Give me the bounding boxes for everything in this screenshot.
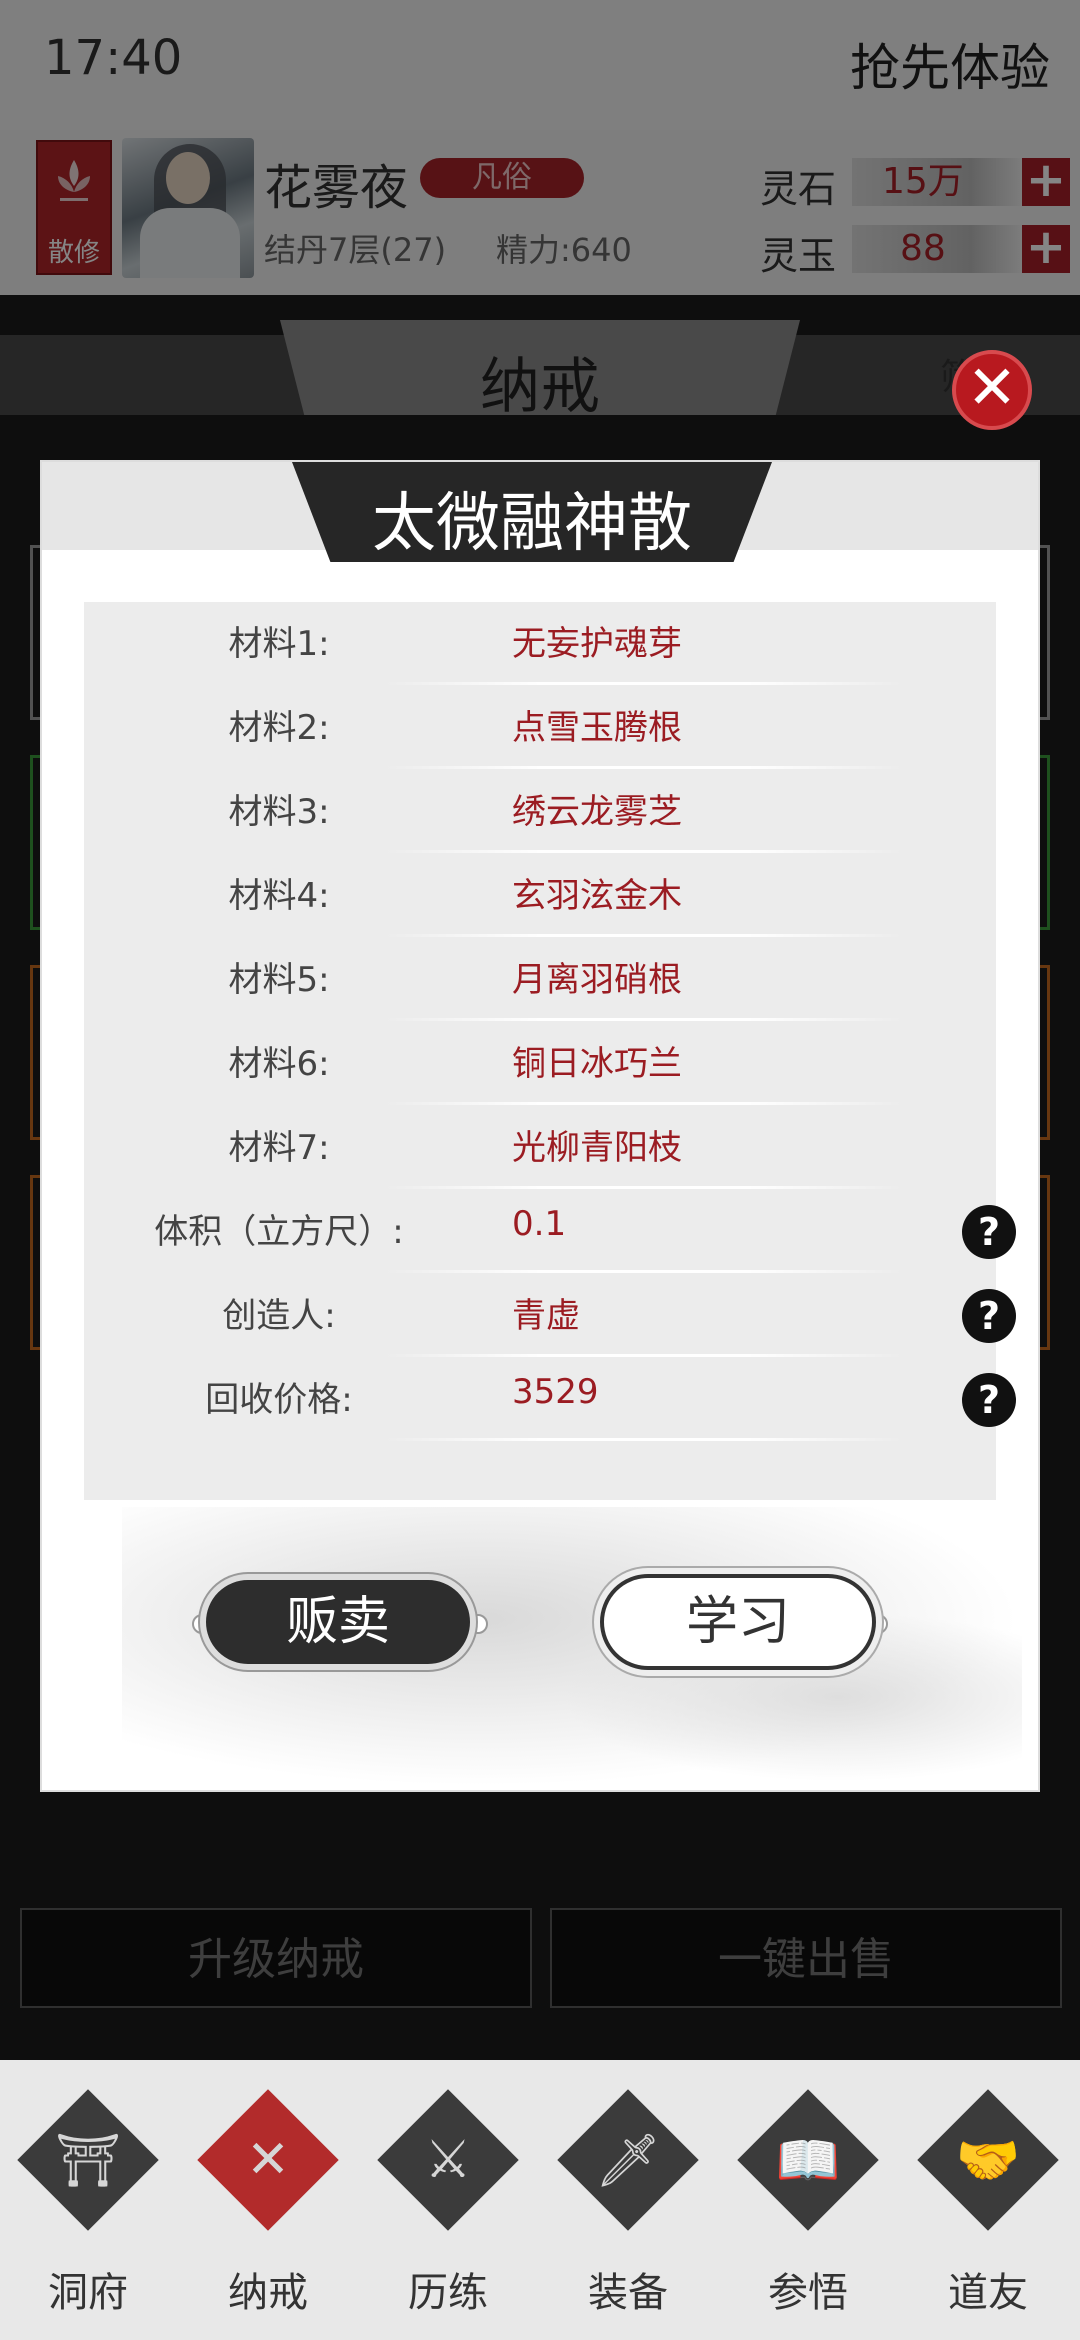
material-row: 材料6: 铜日冰巧兰 — [84, 1022, 996, 1106]
nav-label: 纳戒 — [228, 2270, 308, 2316]
row-label: 材料2: — [228, 708, 330, 748]
row-label: 材料1: — [228, 624, 330, 664]
row-label: 材料6: — [228, 1044, 330, 1084]
row-value: 0.1 — [512, 1204, 567, 1244]
help-icon[interactable]: ? — [962, 1289, 1016, 1343]
learn-button[interactable]: 学习 — [600, 1574, 876, 1670]
row-value: 青虚 — [512, 1296, 580, 1336]
recycle-price-row: 回收价格: 3529 ? — [84, 1358, 1016, 1442]
material-row: 材料4: 玄羽泫金木 — [84, 854, 996, 938]
help-icon[interactable]: ? — [962, 1205, 1016, 1259]
material-row: 材料7: 光柳青阳枝 — [84, 1106, 996, 1190]
material-row: 材料2: 点雪玉腾根 — [84, 686, 996, 770]
bottom-nav: ⛩ 洞府 ✕ 纳戒 ⚔ 历练 🗡 装备 📖 参悟 🤝 道友 — [0, 2060, 1080, 2340]
item-detail-dialog: 太微融神散 材料1: 无妄护魂芽 材料2: 点雪玉腾根 材料3: 绣云龙雾芝 材… — [42, 462, 1038, 1790]
material-row: 材料5: 月离羽硝根 — [84, 938, 996, 1022]
nav-item-training[interactable]: ⚔ 历练 — [368, 2089, 528, 2320]
material-row: 材料1: 无妄护魂芽 — [84, 602, 996, 686]
dialog-title: 太微融神散 — [372, 487, 692, 561]
nav-item-ring-storage[interactable]: ✕ 纳戒 — [188, 2089, 348, 2320]
row-value: 铜日冰巧兰 — [512, 1044, 682, 1084]
cave-gate-icon: ⛩ — [54, 2131, 121, 2191]
row-label: 体积（立方尺）: — [154, 1212, 404, 1252]
row-value: 点雪玉腾根 — [512, 708, 682, 748]
book-meditation-icon: 📖 — [775, 2131, 841, 2191]
row-label: 创造人: — [222, 1296, 336, 1336]
nav-label: 历练 — [408, 2270, 488, 2316]
row-value: 光柳青阳枝 — [512, 1128, 682, 1168]
row-value: 绣云龙雾芝 — [512, 792, 682, 832]
material-row: 材料3: 绣云龙雾芝 — [84, 770, 996, 854]
row-value: 3529 — [512, 1372, 599, 1412]
row-label: 材料7: — [228, 1128, 330, 1168]
volume-row: 体积（立方尺）: 0.1 ? — [84, 1190, 1016, 1274]
nav-label: 装备 — [588, 2270, 668, 2316]
nav-item-friends[interactable]: 🤝 道友 — [908, 2089, 1068, 2320]
sell-button[interactable]: 贩卖 — [200, 1574, 476, 1670]
nav-label: 道友 — [948, 2270, 1028, 2316]
row-value: 月离羽硝根 — [512, 960, 682, 1000]
row-label: 材料3: — [228, 792, 330, 832]
nav-label: 洞府 — [48, 2270, 128, 2316]
close-icon[interactable]: ✕ — [952, 350, 1032, 430]
sword-equipment-icon: 🗡 — [594, 2131, 661, 2191]
nav-item-cave[interactable]: ⛩ 洞府 — [8, 2089, 168, 2320]
nav-item-equipment[interactable]: 🗡 装备 — [548, 2089, 708, 2320]
dialog-title-plate: 太微融神散 — [292, 462, 772, 562]
row-value: 无妄护魂芽 — [512, 624, 682, 664]
item-info-panel: 材料1: 无妄护魂芽 材料2: 点雪玉腾根 材料3: 绣云龙雾芝 材料4: 玄羽… — [84, 602, 1016, 1500]
row-label: 材料5: — [228, 960, 330, 1000]
nav-label: 参悟 — [768, 2270, 848, 2316]
ring-storage-icon: ✕ — [246, 2130, 290, 2190]
crossed-swords-icon: ⚔ — [424, 2130, 472, 2190]
row-label: 回收价格: — [205, 1380, 353, 1420]
nav-item-comprehension[interactable]: 📖 参悟 — [728, 2089, 888, 2320]
row-label: 材料4: — [228, 876, 330, 916]
creator-row: 创造人: 青虚 ? — [84, 1274, 1016, 1358]
handshake-icon: 🤝 — [955, 2131, 1021, 2191]
help-icon[interactable]: ? — [962, 1373, 1016, 1427]
row-value: 玄羽泫金木 — [512, 876, 682, 916]
